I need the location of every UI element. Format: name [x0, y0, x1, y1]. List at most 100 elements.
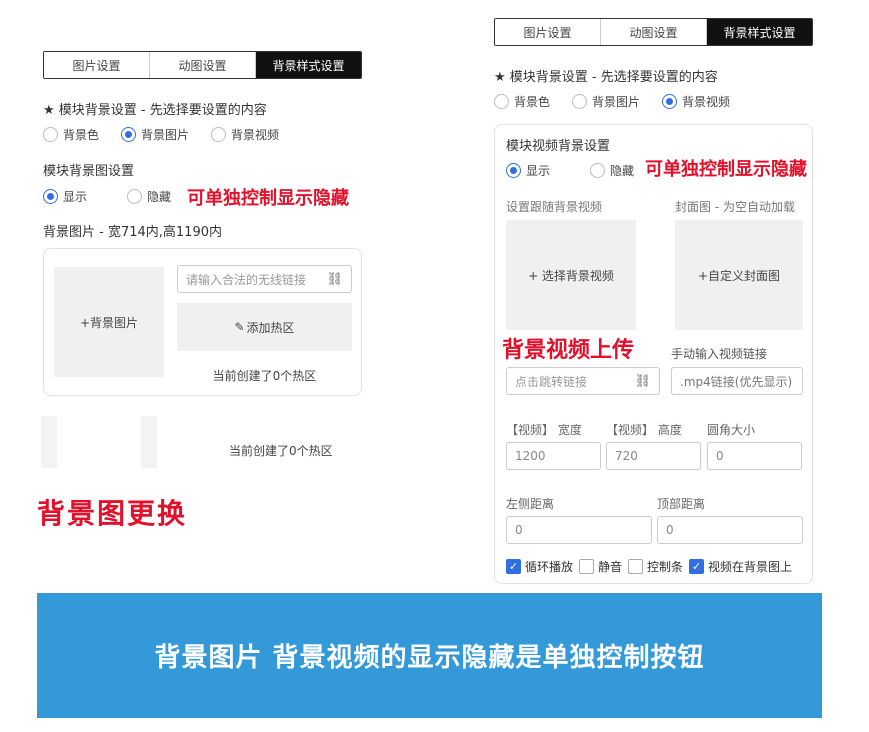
- checkbox-empty-icon: [628, 559, 644, 574]
- checkbox-label: 控制条: [647, 560, 684, 574]
- radio-checked-icon: [662, 94, 678, 109]
- summary-banner: 背景图片 背景视频的显示隐藏是单独控制按钮: [37, 593, 822, 718]
- radio-label: 背景图片: [592, 95, 641, 109]
- left-value: 0: [515, 523, 523, 537]
- radio-circle-icon: [494, 94, 509, 109]
- choose-video-button[interactable]: + 选择背景视频: [506, 220, 636, 330]
- hotspot-preview-strip: 当前创建了0个热区: [41, 416, 368, 468]
- wireless-link-input[interactable]: 请输入合法的无线链接 ⛓: [177, 265, 352, 293]
- radio-circle-icon: [590, 163, 606, 178]
- left-distance-input[interactable]: 0: [506, 516, 652, 544]
- video-height-input[interactable]: 720: [606, 442, 701, 470]
- radius-value: 0: [716, 449, 724, 463]
- cover-label: 封面图 - 为空自动加载: [675, 200, 795, 214]
- radio-label: 显示: [526, 164, 551, 178]
- radio-label: 背景图片: [141, 128, 190, 142]
- radius-input[interactable]: 0: [707, 442, 802, 470]
- radio-label: 显示: [63, 190, 88, 204]
- module-bg-title: ★ 模块背景设置 - 先选择要设置的内容: [43, 103, 267, 118]
- jump-link-placeholder: 点击跳转链接: [515, 374, 588, 389]
- radio-label: 隐藏: [147, 190, 172, 204]
- radio-hide[interactable]: 隐藏: [127, 188, 171, 205]
- bg-image-size-hint: 背景图片 - 宽714内,高1190内: [43, 225, 222, 240]
- link-icon: ⛓: [634, 373, 651, 389]
- radio-circle-icon: [127, 189, 143, 204]
- video-follow-label: 设置跟随背景视频: [506, 200, 603, 214]
- radio-label: 背景视频: [682, 95, 731, 109]
- checkbox-label: 循环播放: [525, 560, 574, 574]
- right-bg-type-group: 背景色 背景图片 背景视频: [494, 93, 752, 110]
- checkbox-loop[interactable]: ✓ 循环播放: [506, 558, 573, 575]
- annotation-toggle-left: 可单独控制显示隐藏: [187, 188, 349, 209]
- radio-show[interactable]: 显示: [43, 188, 87, 205]
- checkbox-label: 静音: [598, 560, 623, 574]
- radio-bg-image[interactable]: 背景图片: [572, 93, 640, 110]
- module-bg-title: ★ 模块背景设置 - 先选择要设置的内容: [494, 70, 718, 85]
- tab-gif-settings[interactable]: 动图设置: [150, 52, 256, 78]
- radio-circle-icon: [43, 127, 58, 142]
- annotation-bg-change: 背景图更换: [37, 497, 188, 530]
- radio-bg-video[interactable]: 背景视频: [662, 93, 730, 110]
- radio-bg-image[interactable]: 背景图片: [121, 126, 189, 143]
- video-height-label: 【视频】 高度: [606, 423, 682, 437]
- tab-gif-settings[interactable]: 动图设置: [601, 19, 707, 45]
- custom-cover-button[interactable]: +自定义封面图: [675, 220, 803, 330]
- video-width-label: 【视频】 宽度: [506, 423, 582, 437]
- top-distance-label: 顶部距离: [657, 497, 706, 511]
- annotation-video-upload: 背景视频上传: [500, 332, 637, 364]
- right-visibility-group: 显示 隐藏: [506, 162, 656, 179]
- radius-label: 圆角大小: [707, 423, 756, 437]
- video-section-title: 模块视频背景设置: [506, 139, 611, 154]
- link-icon: ⛓: [326, 271, 343, 287]
- right-tab-bar: 图片设置 动图设置 背景样式设置: [494, 18, 813, 46]
- checkbox-mute[interactable]: 静音: [579, 558, 622, 575]
- radio-bg-color[interactable]: 背景色: [494, 93, 550, 110]
- check-icon: ✓: [506, 559, 521, 574]
- video-options-group: ✓ 循环播放 静音 控制条 ✓ 视频在背景图上: [506, 558, 792, 575]
- checkbox-controls[interactable]: 控制条: [628, 558, 683, 575]
- radio-circle-icon: [211, 127, 227, 142]
- checkbox-label: 视频在背景图上: [708, 560, 793, 574]
- link-placeholder: 请输入合法的无线链接: [186, 272, 307, 287]
- add-hotspot-button[interactable]: ✎ 添加热区: [177, 303, 352, 351]
- radio-checked-icon: [121, 127, 137, 142]
- radio-label: 背景色: [63, 128, 100, 142]
- edit-icon: ✎: [234, 320, 245, 334]
- radio-circle-icon: [572, 94, 588, 109]
- tab-background-style[interactable]: 背景样式设置: [256, 52, 361, 78]
- annotation-toggle-right: 可单独控制显示隐藏: [645, 159, 807, 180]
- add-hotspot-label: 添加热区: [246, 320, 295, 335]
- hotspot-count-secondary: 当前创建了0个热区: [229, 444, 333, 458]
- left-tab-bar: 图片设置 动图设置 背景样式设置: [43, 51, 362, 79]
- tab-background-style[interactable]: 背景样式设置: [707, 19, 812, 45]
- radio-label: 隐藏: [610, 164, 635, 178]
- jump-link-input[interactable]: 点击跳转链接 ⛓: [506, 367, 660, 395]
- left-bg-type-group: 背景色 背景图片 背景视频: [43, 126, 301, 143]
- left-distance-label: 左侧距离: [506, 497, 555, 511]
- radio-show[interactable]: 显示: [506, 162, 550, 179]
- checkbox-empty-icon: [579, 559, 595, 574]
- radio-hide[interactable]: 隐藏: [590, 162, 634, 179]
- tab-image-settings[interactable]: 图片设置: [495, 19, 601, 45]
- left-visibility-group: 显示 隐藏: [43, 188, 193, 205]
- check-icon: ✓: [689, 559, 705, 574]
- radio-checked-icon: [43, 189, 58, 204]
- radio-bg-color[interactable]: 背景色: [43, 126, 99, 143]
- mp4-link-input[interactable]: .mp4链接(优先显示): [671, 367, 803, 395]
- tab-image-settings[interactable]: 图片设置: [44, 52, 150, 78]
- bg-image-panel: +背景图片 请输入合法的无线链接 ⛓ ✎ 添加热区 当前创建了0个热区: [43, 248, 362, 396]
- top-distance-input[interactable]: 0: [657, 516, 803, 544]
- top-value: 0: [666, 523, 674, 537]
- height-value: 720: [615, 449, 638, 463]
- manual-link-label: 手动输入视频链接: [671, 347, 768, 361]
- hotspot-count: 当前创建了0个热区: [212, 369, 317, 383]
- video-width-input[interactable]: 1200: [506, 442, 601, 470]
- banner-text: 背景图片 背景视频的显示隐藏是单独控制按钮: [154, 643, 705, 673]
- bg-image-upload-button[interactable]: +背景图片: [54, 267, 164, 377]
- radio-label: 背景视频: [231, 128, 280, 142]
- radio-checked-icon: [506, 163, 521, 178]
- radio-bg-video[interactable]: 背景视频: [211, 126, 279, 143]
- radio-label: 背景色: [514, 95, 551, 109]
- mp4-placeholder: .mp4链接(优先显示): [680, 374, 793, 389]
- checkbox-video-on-image[interactable]: ✓ 视频在背景图上: [689, 558, 792, 575]
